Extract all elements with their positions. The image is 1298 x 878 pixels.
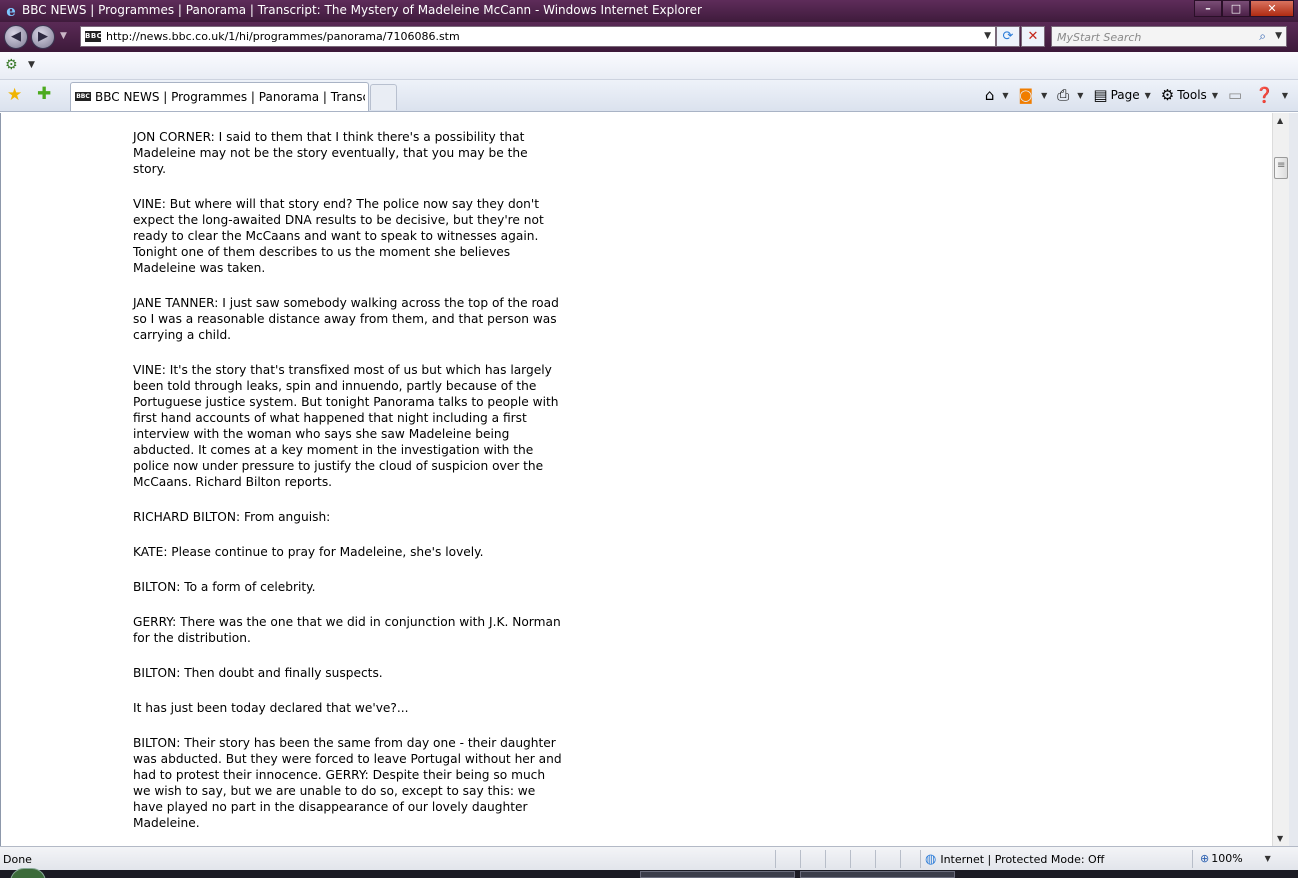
help-button[interactable]: ❓ ▼: [1255, 86, 1288, 104]
search-icon[interactable]: ⌕: [1259, 29, 1266, 44]
address-bar[interactable]: BBC http://news.bbc.co.uk/1/hi/programme…: [80, 26, 996, 47]
refresh-icon: ⟳: [1002, 29, 1014, 44]
page-content: JON CORNER: I said to them that I think …: [0, 113, 1272, 846]
research-icon: ▭: [1227, 86, 1243, 104]
status-divider: [900, 850, 901, 868]
window-controls: – □ ✕: [1194, 0, 1294, 18]
window-title: BBC NEWS | Programmes | Panorama | Trans…: [22, 3, 702, 17]
zoom-icon: ⊕: [1200, 852, 1210, 865]
status-divider: [920, 850, 921, 868]
navigation-bar: ◀ ▶ ▼ BBC http://news.bbc.co.uk/1/hi/pro…: [0, 22, 1298, 52]
zoom-dropdown[interactable]: ▼: [1265, 854, 1271, 863]
transcript-paragraph: JON CORNER: I said to them that I think …: [133, 130, 528, 176]
scroll-down-icon[interactable]: ▼: [1277, 834, 1283, 843]
tab-favicon: BBC: [75, 92, 91, 101]
vertical-scrollbar[interactable]: ▲ ▼: [1272, 113, 1289, 846]
search-box[interactable]: MyStart Search ⌕ ▼: [1051, 26, 1287, 47]
transcript-paragraph: It has just been today declared that we'…: [133, 701, 409, 715]
transcript-paragraph: JANE TANNER: I just saw somebody walking…: [133, 296, 559, 342]
address-dropdown[interactable]: ▼: [984, 31, 991, 41]
window-right-edge: [1289, 113, 1298, 846]
back-button[interactable]: ◀: [4, 25, 28, 49]
status-divider: [850, 850, 851, 868]
page-menu[interactable]: ▤ Page ▼: [1093, 86, 1150, 104]
site-favicon: BBC: [85, 31, 103, 42]
search-dropdown[interactable]: ▼: [1275, 31, 1282, 41]
tools-menu[interactable]: ⚙ Tools ▼: [1161, 86, 1218, 104]
refresh-button[interactable]: ⟳: [996, 26, 1020, 47]
scrollbar-thumb[interactable]: [1274, 157, 1288, 179]
history-dropdown[interactable]: ▼: [60, 31, 67, 41]
taskbar: [0, 868, 1298, 878]
print-icon: ⎙: [1057, 86, 1070, 104]
forward-button[interactable]: ▶: [31, 25, 55, 49]
tab-bar: ★ ✚ BBC BBC NEWS | Programmes | Panorama…: [0, 80, 1298, 112]
globe-icon: ◍: [925, 852, 937, 867]
command-bar: ⌂ ▼ ◙ ▼ ⎙ ▼ ▤ Page ▼ ⚙ Tools ▼ ▭ ❓ ▼: [975, 84, 1288, 106]
minimize-button[interactable]: –: [1194, 0, 1222, 17]
transcript-paragraph: VINE: It's the story that's transfixed m…: [133, 363, 559, 489]
page-menu-label: Page: [1110, 88, 1140, 102]
status-bar: Done ◍ Internet | Protected Mode: Off ⊕ …: [0, 846, 1298, 870]
feeds-button[interactable]: ◙ ▼: [1019, 86, 1048, 104]
home-button[interactable]: ⌂ ▼: [985, 86, 1009, 104]
search-input[interactable]: MyStart Search: [1057, 31, 1141, 44]
transcript-paragraph: BILTON: Then doubt and finally suspects.: [133, 666, 383, 680]
tools-menu-label: Tools: [1177, 88, 1207, 102]
security-zone-label: Internet | Protected Mode: Off: [940, 853, 1105, 866]
status-text: Done: [3, 853, 32, 866]
zoom-level: 100%: [1211, 852, 1243, 865]
favorites-star-icon[interactable]: ★: [7, 85, 22, 105]
forward-icon: ▶: [38, 29, 48, 44]
links-toolbar: ⚙ ▼: [0, 52, 1298, 80]
taskbar-item[interactable]: [640, 871, 795, 878]
page-icon: ▤: [1093, 86, 1108, 104]
status-divider: [775, 850, 776, 868]
help-icon: ❓: [1255, 86, 1274, 104]
status-divider: [875, 850, 876, 868]
security-zone[interactable]: ◍ Internet | Protected Mode: Off: [925, 852, 1104, 867]
status-divider: [825, 850, 826, 868]
back-icon: ◀: [11, 29, 21, 44]
transcript-paragraph: VINE: But where will that story end? The…: [133, 197, 544, 275]
window-titlebar: e BBC NEWS | Programmes | Panorama | Tra…: [0, 0, 1298, 22]
tools-gear-icon: ⚙: [1160, 86, 1175, 104]
toolbar-gear-icon[interactable]: ⚙: [5, 57, 18, 73]
transcript-body: JON CORNER: I said to them that I think …: [133, 129, 563, 846]
transcript-paragraph: RICHARD BILTON: From anguish:: [133, 510, 331, 524]
home-icon: ⌂: [984, 86, 995, 104]
transcript-paragraph: GERRY: There was the one that we did in …: [133, 615, 561, 645]
print-button[interactable]: ⎙ ▼: [1057, 86, 1083, 104]
transcript-paragraph: BILTON: To a form of celebrity.: [133, 580, 316, 594]
stop-icon: ✕: [1027, 29, 1039, 44]
ie-logo-icon: e: [6, 2, 16, 20]
stop-button[interactable]: ✕: [1021, 26, 1045, 47]
tab-label: BBC NEWS | Programmes | Panorama | Trans…: [95, 90, 365, 104]
transcript-paragraph: BILTON: Their story has been the same fr…: [133, 736, 562, 830]
toolbar-dropdown[interactable]: ▼: [28, 60, 35, 70]
add-favorites-icon[interactable]: ✚: [37, 84, 51, 104]
maximize-button[interactable]: □: [1222, 0, 1250, 17]
transcript-paragraph: KATE: Please continue to pray for Madele…: [133, 545, 484, 559]
status-divider: [1192, 850, 1193, 868]
research-button[interactable]: ▭: [1228, 86, 1245, 104]
status-divider: [800, 850, 801, 868]
tab-bbc-transcript[interactable]: BBC BBC NEWS | Programmes | Panorama | T…: [70, 82, 369, 111]
close-button[interactable]: ✕: [1250, 0, 1294, 17]
address-url[interactable]: http://news.bbc.co.uk/1/hi/programmes/pa…: [106, 30, 460, 43]
zoom-control[interactable]: ⊕ 100% ▼: [1200, 852, 1271, 865]
start-button[interactable]: [10, 868, 46, 878]
taskbar-item[interactable]: [800, 871, 955, 878]
feeds-icon: ◙: [1018, 86, 1034, 104]
scroll-up-icon[interactable]: ▲: [1277, 116, 1283, 125]
new-tab-button[interactable]: [370, 84, 397, 110]
